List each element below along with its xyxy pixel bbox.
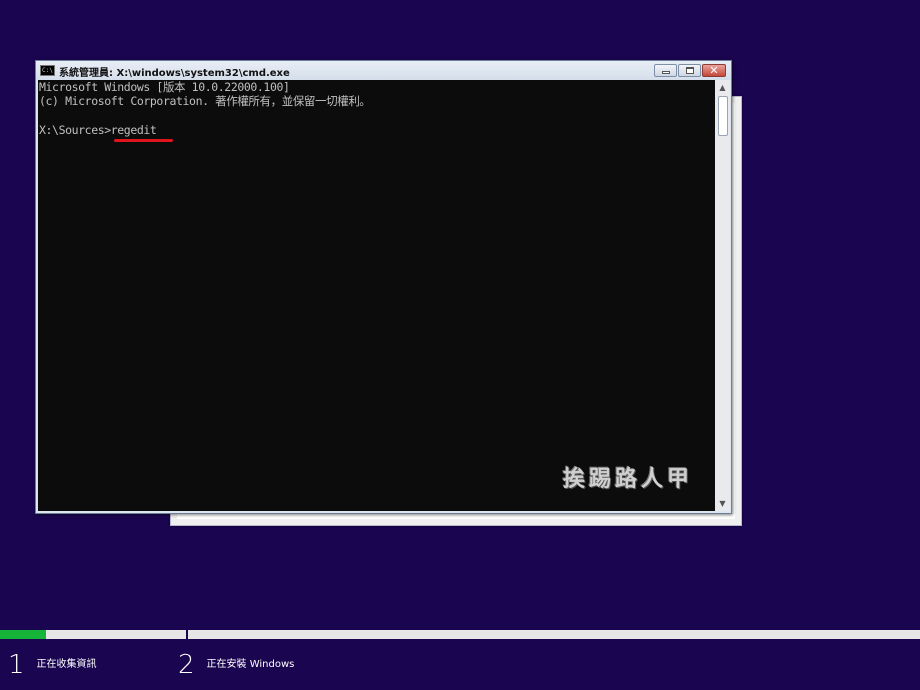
- setup-progress-fill: [0, 630, 46, 639]
- step-label: 正在收集資訊: [36, 658, 97, 670]
- minimize-button[interactable]: [654, 64, 677, 77]
- step-number: 1: [8, 650, 25, 680]
- console-command-line: X:\Sources>regedit: [39, 123, 157, 137]
- maximize-button[interactable]: [678, 64, 701, 77]
- cmd-window-title: 系統管理員: X:\windows\system32\cmd.exe: [59, 68, 290, 79]
- scroll-down-icon[interactable]: ▼: [715, 496, 730, 511]
- setup-progress-bar: [0, 630, 920, 639]
- setup-step-installing: 2 正在安裝 Windows: [178, 650, 294, 680]
- watermark: 挨踢路人甲: [562, 466, 693, 492]
- cmd-window[interactable]: C:\ 系統管理員: X:\windows\system32\cmd.exe ✕…: [35, 60, 732, 514]
- setup-desktop: C:\ 系統管理員: X:\windows\system32\cmd.exe ✕…: [0, 0, 920, 690]
- progress-step-divider: [186, 630, 188, 639]
- minimize-icon: [662, 71, 670, 74]
- cmd-app-icon[interactable]: C:\: [40, 65, 55, 76]
- console-line: Microsoft Windows [版本 10.0.22000.100]: [39, 80, 290, 94]
- maximize-icon: [686, 67, 694, 74]
- scroll-up-icon[interactable]: ▲: [715, 80, 730, 95]
- scrollbar-thumb[interactable]: [718, 96, 728, 136]
- console-line: (c) Microsoft Corporation. 著作權所有，並保留一切權利…: [39, 94, 371, 108]
- step-label: 正在安裝 Windows: [206, 658, 295, 670]
- console-output[interactable]: Microsoft Windows [版本 10.0.22000.100] (c…: [38, 80, 715, 511]
- vertical-scrollbar[interactable]: ▲ ▼: [715, 80, 730, 511]
- close-button[interactable]: ✕: [702, 64, 726, 77]
- close-icon: ✕: [709, 64, 719, 77]
- step-number: 2: [178, 650, 195, 680]
- window-controls: ✕: [654, 64, 726, 77]
- regedit-highlight-underline: [114, 139, 173, 142]
- cmd-titlebar[interactable]: C:\ 系統管理員: X:\windows\system32\cmd.exe ✕: [36, 61, 731, 80]
- setup-step-collecting: 1 正在收集資訊: [8, 650, 97, 680]
